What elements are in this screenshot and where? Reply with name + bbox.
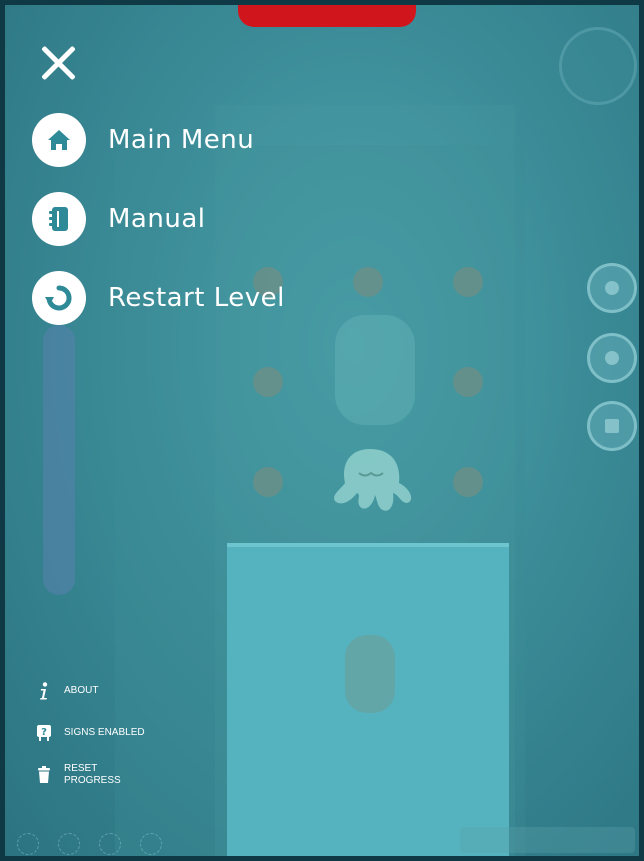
restart-icon	[32, 271, 86, 325]
home-icon	[32, 113, 86, 167]
inventory-slot	[99, 833, 121, 855]
main-menu-label: Main Menu	[108, 125, 255, 155]
reset-label-line1: RESET	[64, 763, 98, 774]
flower-decoration	[353, 267, 383, 297]
signs-toggle[interactable]: ? SIGNS ENABLED	[35, 724, 145, 742]
flower-tool-button	[587, 263, 637, 313]
game-screen: Main Menu Manual Restart Level ABOUT ? S…	[5, 5, 639, 856]
scene-pillar	[345, 635, 395, 713]
close-menu-button[interactable]	[38, 43, 78, 83]
reset-label-line2: PROGRESS	[64, 775, 121, 786]
inventory-slot	[58, 833, 80, 855]
scene-vase	[335, 315, 415, 425]
info-icon	[35, 682, 53, 700]
restart-level-label: Restart Level	[108, 283, 285, 313]
bottom-status-bar	[460, 827, 635, 853]
side-slider	[43, 325, 75, 595]
octopus-character	[334, 449, 412, 511]
inventory-slot	[17, 833, 39, 855]
flower-decoration	[453, 367, 483, 397]
circle-tool-button	[587, 333, 637, 383]
about-button[interactable]: ABOUT	[35, 682, 98, 700]
flower-decoration	[253, 367, 283, 397]
flower-decoration	[253, 467, 283, 497]
top-right-button	[559, 27, 637, 105]
sign-icon: ?	[35, 724, 53, 742]
reset-progress-button[interactable]: RESET PROGRESS	[35, 763, 121, 787]
flower-decoration	[453, 267, 483, 297]
about-label: ABOUT	[64, 685, 99, 696]
manual-label: Manual	[108, 204, 206, 234]
signs-enabled-label: SIGNS ENABLED	[64, 727, 145, 738]
square-tool-button	[587, 401, 637, 451]
reset-progress-label: RESET PROGRESS	[64, 763, 121, 787]
inventory-slot	[140, 833, 162, 855]
svg-text:?: ?	[41, 727, 47, 738]
flower-decoration	[453, 467, 483, 497]
notebook-icon	[32, 192, 86, 246]
main-menu-button[interactable]: Main Menu	[32, 112, 254, 168]
top-red-tab[interactable]	[238, 5, 416, 27]
restart-level-button[interactable]: Restart Level	[32, 270, 285, 326]
trash-icon	[35, 766, 53, 784]
manual-button[interactable]: Manual	[32, 191, 205, 247]
